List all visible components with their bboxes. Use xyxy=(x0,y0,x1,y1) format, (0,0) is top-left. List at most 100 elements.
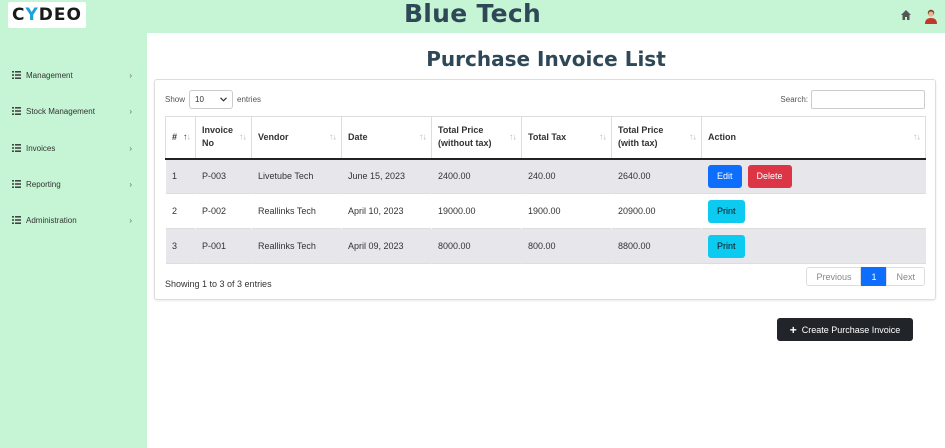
column-header-vendor[interactable]: Vendor ↑↓ xyxy=(251,116,342,160)
home-icon[interactable] xyxy=(900,9,912,21)
column-header-label: Invoice No xyxy=(202,125,234,149)
sort-icon: ↑↓ xyxy=(329,131,337,142)
invoice-table: # ↑↓ Invoice No ↑↓ Vendor ↑↓ Date ↑↓ Total P… xyxy=(165,116,926,264)
table-row: 2 P-002 Reallinks Tech April 10, 2023 19… xyxy=(165,194,926,229)
cell-number: 3 xyxy=(172,241,178,251)
entries-select[interactable]: 10 xyxy=(189,90,234,109)
pagination: Previous 1 Next xyxy=(806,267,925,286)
column-header-price-with-tax[interactable]: Total Price (with tax) ↑↓ xyxy=(611,116,702,160)
list-icon xyxy=(12,180,21,188)
cell-date: June 15, 2023 xyxy=(348,171,406,182)
sidebar-item-management[interactable]: Management › xyxy=(12,67,132,83)
cell-number: 2 xyxy=(172,206,178,216)
column-header-label: # xyxy=(172,131,178,142)
sidebar-item-label: Stock Management xyxy=(26,106,95,116)
cell-vendor: Livetube Tech xyxy=(258,171,314,182)
plus-icon: + xyxy=(789,322,797,337)
sidebar-item-reporting[interactable]: Reporting › xyxy=(12,176,132,192)
sidebar-item-administration[interactable]: Administration › xyxy=(12,212,132,228)
column-header-label: Date xyxy=(348,131,368,142)
sort-icon: ↑↓ xyxy=(689,131,697,142)
cell-price-with-tax: 2640.00 xyxy=(618,171,651,182)
cell-total-tax: 240.00 xyxy=(528,171,556,182)
list-icon xyxy=(12,107,21,115)
list-icon xyxy=(12,144,21,152)
cell-action: Edit Delete xyxy=(702,159,926,194)
table-info-text: Showing 1 to 3 of 3 entries xyxy=(165,279,272,289)
column-header-invoice-no[interactable]: Invoice No ↑↓ xyxy=(195,116,252,160)
create-purchase-invoice-button[interactable]: + Create Purchase Invoice xyxy=(777,318,913,341)
edit-button[interactable]: Edit xyxy=(708,164,742,188)
column-header-number[interactable]: # ↑↓ xyxy=(165,116,196,160)
sidebar-item-stock-management[interactable]: Stock Management › xyxy=(12,103,132,119)
cell-vendor: Reallinks Tech xyxy=(258,241,316,251)
chevron-right-icon: › xyxy=(129,179,132,189)
cell-date: April 10, 2023 xyxy=(348,206,404,216)
column-header-label: Action xyxy=(708,131,736,142)
cell-invoice-no: P-001 xyxy=(202,241,227,251)
cell-invoice-no: P-003 xyxy=(202,171,227,182)
pagination-previous-button[interactable]: Previous xyxy=(806,267,862,286)
invoice-table-card: Show 10 entries Search: # ↑↓ Invoice No ↑↓… xyxy=(154,79,936,300)
column-header-action[interactable]: Action ↑↓ xyxy=(701,116,926,160)
column-header-label: Total Price (with tax) xyxy=(618,125,664,149)
table-header-row: # ↑↓ Invoice No ↑↓ Vendor ↑↓ Date ↑↓ Total P… xyxy=(165,116,926,160)
sort-icon: ↑↓ xyxy=(913,131,921,142)
company-brand-title: Blue Tech xyxy=(403,0,542,28)
cell-price-without-tax: 2400.00 xyxy=(438,171,471,182)
chevron-down-icon xyxy=(220,97,227,102)
pagination-next-button[interactable]: Next xyxy=(886,267,925,286)
chevron-right-icon: › xyxy=(129,70,132,80)
column-header-total-tax[interactable]: Total Tax ↑↓ xyxy=(521,116,612,160)
list-icon xyxy=(12,216,21,224)
column-header-label: Total Tax xyxy=(528,131,567,142)
sort-icon: ↑↓ xyxy=(509,131,517,142)
cell-total-tax: 800.00 xyxy=(528,241,556,251)
cell-date: April 09, 2023 xyxy=(348,241,404,251)
chevron-right-icon: › xyxy=(129,106,132,116)
sort-icon: ↑↓ xyxy=(419,131,427,142)
sort-asc-icon: ↑↓ xyxy=(183,131,191,142)
list-icon xyxy=(12,71,21,79)
show-label: Show xyxy=(165,95,186,104)
cell-action: Print xyxy=(702,194,926,229)
sort-icon: ↑↓ xyxy=(239,131,247,142)
cell-total-tax: 1900.00 xyxy=(528,206,561,216)
sidebar-item-label: Reporting xyxy=(26,179,61,189)
cell-vendor: Reallinks Tech xyxy=(258,206,316,216)
chevron-right-icon: › xyxy=(129,143,132,153)
sort-icon: ↑↓ xyxy=(599,131,607,142)
cell-price-without-tax: 19000.00 xyxy=(438,206,476,216)
column-header-price-without-tax[interactable]: Total Price (without tax) ↑↓ xyxy=(431,116,522,160)
top-header: C Y DEO Blue Tech xyxy=(0,0,945,33)
entries-label: entries xyxy=(237,95,262,104)
table-row: 3 P-001 Reallinks Tech April 09, 2023 80… xyxy=(165,228,926,264)
entries-select-value: 10 xyxy=(195,95,204,104)
print-button[interactable]: Print xyxy=(708,199,745,223)
create-button-label: Create Purchase Invoice xyxy=(801,324,901,335)
sidebar: Management › Stock Management › Invoices… xyxy=(0,33,147,448)
cell-price-with-tax: 20900.00 xyxy=(618,206,656,216)
column-header-label: Total Price (without tax) xyxy=(438,125,492,149)
sidebar-item-label: Management xyxy=(26,70,73,80)
entries-control: Show 10 entries xyxy=(165,90,261,109)
cell-price-with-tax: 8800.00 xyxy=(618,241,651,251)
cell-number: 1 xyxy=(172,171,178,182)
pagination-page-button[interactable]: 1 xyxy=(861,267,887,286)
column-header-label: Vendor xyxy=(258,131,289,142)
cell-action: Print xyxy=(702,229,926,264)
search-input[interactable] xyxy=(811,90,925,109)
sidebar-item-label: Invoices xyxy=(26,143,56,153)
cell-invoice-no: P-002 xyxy=(202,206,227,216)
column-header-date[interactable]: Date ↑↓ xyxy=(341,116,432,160)
sidebar-item-invoices[interactable]: Invoices › xyxy=(12,140,132,156)
delete-button[interactable]: Delete xyxy=(747,164,792,188)
page-title: Purchase Invoice List xyxy=(426,47,666,71)
sidebar-item-label: Administration xyxy=(26,215,77,225)
search-label: Search: xyxy=(780,95,808,104)
user-avatar-icon[interactable] xyxy=(923,8,939,24)
table-row: 1 P-003 Livetube Tech June 15, 2023 2400… xyxy=(165,158,926,194)
print-button[interactable]: Print xyxy=(708,234,745,258)
search-control: Search: xyxy=(780,90,925,109)
cell-price-without-tax: 8000.00 xyxy=(438,241,471,251)
